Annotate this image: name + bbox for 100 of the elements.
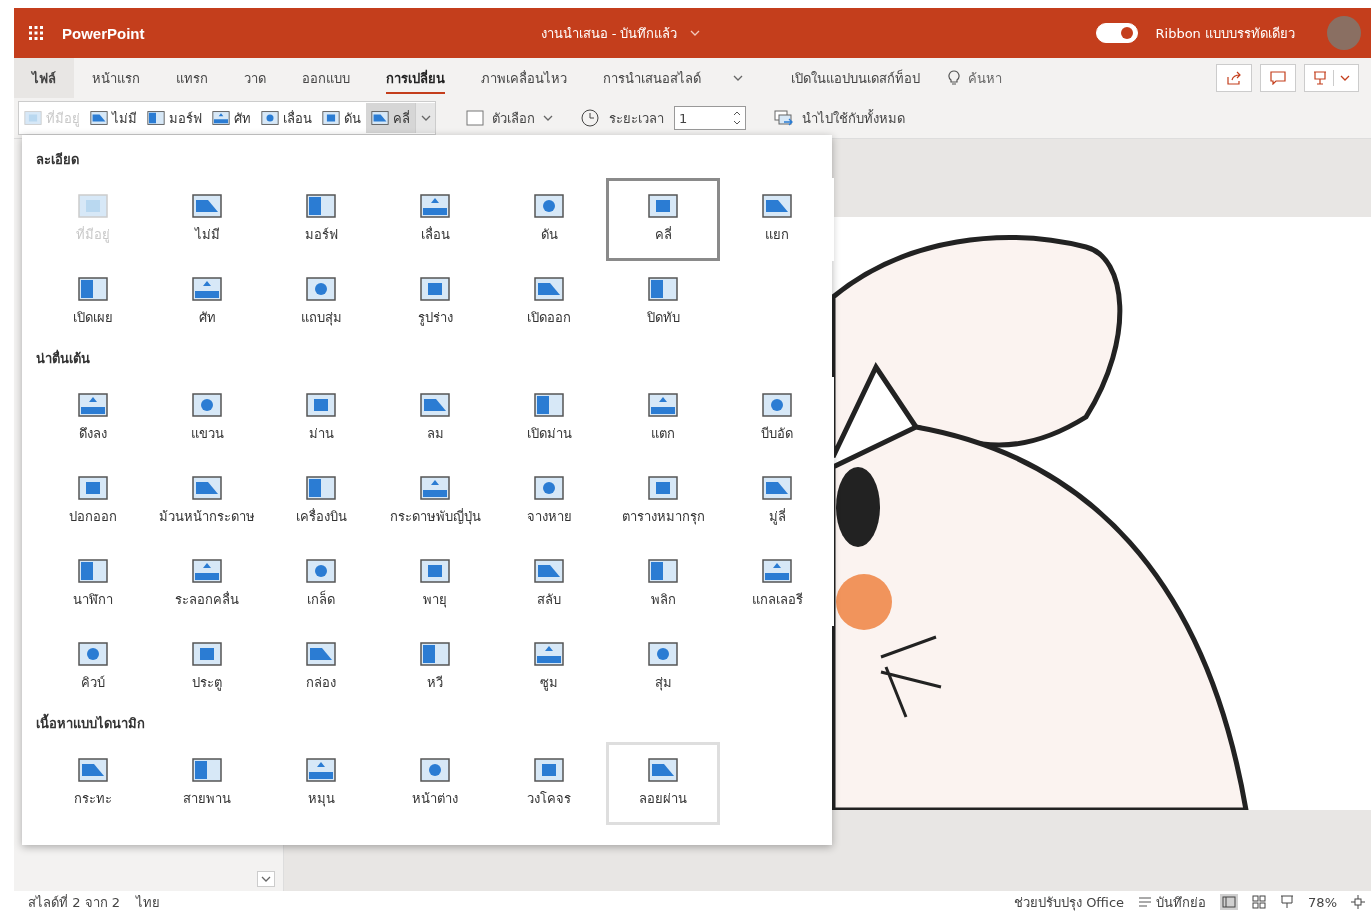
feedback-link[interactable]: ช่วยปรับปรุง Office <box>1014 891 1125 913</box>
transition-icon <box>78 758 108 782</box>
transition-icon <box>192 642 222 666</box>
chevron-down-icon <box>733 75 743 81</box>
transition-icon <box>648 559 678 583</box>
transition-icon <box>261 111 279 125</box>
transition-icon <box>648 758 678 782</box>
present-icon <box>1313 71 1327 85</box>
scroll-down-button[interactable] <box>257 871 275 887</box>
transition-button[interactable]: คลี่ <box>366 103 415 133</box>
ribbon-tab[interactable]: ออกแบบ <box>284 58 368 98</box>
transition-option[interactable]: ลอยผ่าน <box>606 742 720 825</box>
notes-icon <box>1138 896 1153 908</box>
transition-icon <box>420 277 450 301</box>
ribbon-tab[interactable]: การเปลี่ยน <box>368 58 463 98</box>
transition-icon <box>78 393 108 417</box>
transition-icon <box>762 476 792 500</box>
transition-icon <box>534 277 564 301</box>
fit-to-window-icon[interactable] <box>1351 895 1365 909</box>
transition-icon <box>90 111 108 125</box>
transition-icon <box>306 194 336 218</box>
square-icon <box>466 110 484 126</box>
transition-icon <box>534 559 564 583</box>
transition-icon <box>306 559 336 583</box>
transition-icon <box>371 111 389 125</box>
file-tab[interactable]: ไฟล์ <box>14 58 74 98</box>
transition-icon <box>192 476 222 500</box>
transition-icon <box>420 476 450 500</box>
language-label[interactable]: ไทย <box>135 891 160 913</box>
transition-icon <box>420 758 450 782</box>
ribbon-tab[interactable]: ภาพเคลื่อนไหว <box>463 58 585 98</box>
transition-icon <box>78 476 108 500</box>
transition-icon <box>306 476 336 500</box>
transition-icon <box>322 111 340 125</box>
normal-view-icon[interactable] <box>1220 894 1239 910</box>
transition-button[interactable]: ศัท <box>207 103 256 133</box>
toggle-label: Ribbon แบบบรรทัดเดียว <box>1155 24 1295 43</box>
transition-icon <box>78 277 108 301</box>
transition-icon <box>534 642 564 666</box>
app-name: PowerPoint <box>62 24 145 42</box>
transition-icon <box>534 194 564 218</box>
open-desktop-button[interactable]: เปิดในแอปบนเดสก์ท็อป <box>777 62 934 94</box>
document-title[interactable]: งานนำเสนอ - บันทึกแล้ว <box>540 22 678 44</box>
ribbon-tab[interactable]: วาด <box>226 58 284 98</box>
ribbon-tab[interactable]: หน้าแรก <box>74 58 158 98</box>
transition-icon <box>306 393 336 417</box>
apply-all-icon <box>774 110 794 126</box>
ribbon-toggle[interactable] <box>1095 23 1138 43</box>
zoom-level[interactable]: 78% <box>1308 894 1337 910</box>
share-button[interactable] <box>1216 64 1252 92</box>
transition-icon <box>420 559 450 583</box>
clock-icon <box>581 109 599 127</box>
transition-icon <box>306 758 336 782</box>
transition-icon <box>762 559 792 583</box>
transition-button[interactable]: เลื่อน <box>256 103 317 133</box>
transition-button[interactable]: มอร์ฟ <box>142 103 207 133</box>
section-title: เนื้อหาแบบไดนามิก <box>36 713 818 734</box>
lightbulb-icon <box>948 70 960 86</box>
transition-icon <box>762 393 792 417</box>
transition-icon <box>192 758 222 782</box>
comment-icon <box>1270 71 1286 85</box>
present-button[interactable] <box>1304 64 1359 92</box>
transition-icon <box>648 194 678 218</box>
transition-option[interactable]: คลี่ <box>606 178 720 261</box>
chevron-down-icon <box>543 115 553 121</box>
transition-icon <box>762 194 792 218</box>
chevron-down-icon <box>261 876 271 882</box>
share-icon <box>1226 71 1242 85</box>
transition-icon <box>648 476 678 500</box>
ribbon-tab[interactable]: การนำเสนอสไลด์ <box>585 58 719 98</box>
duration-field[interactable]: 1 <box>674 106 746 130</box>
grid-view-icon[interactable] <box>1252 895 1267 909</box>
transition-icon <box>78 194 108 218</box>
transition-icon <box>420 642 450 666</box>
effect-options-button[interactable]: ตัวเลือก <box>452 102 567 134</box>
transition-icon <box>648 277 678 301</box>
spinner-icon <box>733 110 741 126</box>
transition-button[interactable]: ไม่มี <box>85 103 142 133</box>
transition-icon <box>306 277 336 301</box>
transition-icon <box>78 559 108 583</box>
transition-icon <box>534 758 564 782</box>
transition-icon <box>534 393 564 417</box>
transition-icon <box>192 559 222 583</box>
transition-icon <box>78 642 108 666</box>
notes-button[interactable]: บันทึกย่อ <box>1138 892 1207 912</box>
slide-info: สไลด์ที่ 2 จาก 2 <box>28 893 120 912</box>
chevron-down-icon <box>689 30 700 36</box>
search-button[interactable]: ค้นหา <box>934 62 1016 94</box>
section-title: น่าตื่นเต้น <box>36 348 91 368</box>
apply-all-button[interactable]: นำไปใช้กับทั้งหมด <box>760 102 919 134</box>
chevron-down-icon <box>1340 75 1350 81</box>
transition-icon <box>534 476 564 500</box>
app-launcher-icon[interactable] <box>28 25 44 41</box>
comment-button[interactable] <box>1260 64 1296 92</box>
transition-icon <box>147 111 165 125</box>
ribbon-tab[interactable]: แทรก <box>158 58 226 98</box>
transition-button[interactable]: ดัน <box>317 103 366 133</box>
transition-icon <box>24 111 42 125</box>
duration-label: ระยะเวลา <box>609 109 664 128</box>
present-icon[interactable] <box>1280 895 1295 909</box>
